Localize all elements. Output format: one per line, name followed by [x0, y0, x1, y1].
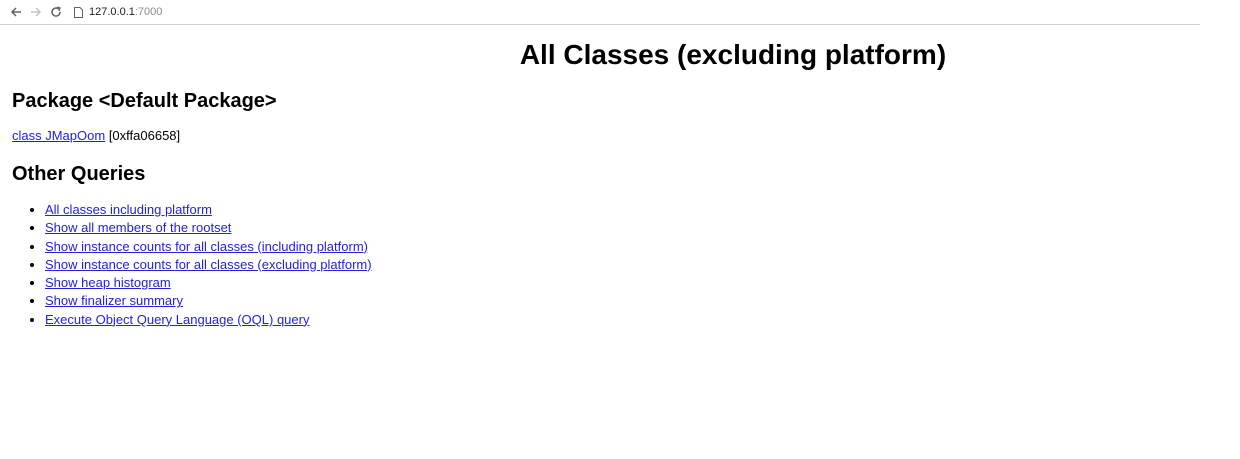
back-arrow-icon	[10, 7, 21, 17]
list-item: Show heap histogram	[45, 274, 1222, 292]
list-item: Show instance counts for all classes (in…	[45, 238, 1222, 256]
list-item: Show all members of the rootset	[45, 219, 1222, 237]
reload-icon	[51, 6, 61, 17]
url-port: :7000	[134, 6, 163, 18]
class-link[interactable]: class JMapOom	[12, 128, 105, 143]
query-link-rootset-members[interactable]: Show all members of the rootset	[45, 220, 231, 235]
page-title: All Classes (excluding platform)	[519, 39, 947, 70]
page-content: All Classes (excluding platform) Package…	[12, 26, 1222, 329]
list-item: Show finalizer summary	[45, 292, 1222, 310]
address-bar[interactable]: 127.0.0.1:7000	[74, 2, 1200, 22]
class-entry: class JMapOom [0xffa06658]	[12, 128, 1222, 144]
list-item: All classes including platform	[45, 201, 1222, 219]
query-link-oql[interactable]: Execute Object Query Language (OQL) quer…	[45, 312, 309, 327]
query-link-all-classes-including-platform[interactable]: All classes including platform	[45, 202, 212, 217]
query-link-heap-histogram[interactable]: Show heap histogram	[45, 275, 171, 290]
package-heading: Package <Default Package>	[12, 90, 277, 112]
forward-button[interactable]	[26, 2, 46, 22]
query-link-instance-counts-excluding[interactable]: Show instance counts for all classes (ex…	[45, 257, 372, 272]
query-link-instance-counts-including[interactable]: Show instance counts for all classes (in…	[45, 239, 368, 254]
list-item: Show instance counts for all classes (ex…	[45, 256, 1222, 274]
class-address: [0xffa06658]	[105, 128, 181, 143]
other-queries-heading: Other Queries	[12, 163, 146, 185]
queries-list: All classes including platform Show all …	[12, 201, 1222, 329]
forward-arrow-icon	[31, 7, 42, 17]
browser-toolbar: 127.0.0.1:7000	[0, 0, 1200, 25]
url-host: 127.0.0.1	[89, 6, 135, 18]
list-item: Execute Object Query Language (OQL) quer…	[45, 311, 1222, 329]
query-link-finalizer-summary[interactable]: Show finalizer summary	[45, 293, 183, 308]
back-button[interactable]	[6, 2, 26, 22]
reload-button[interactable]	[46, 2, 66, 22]
page-icon	[74, 6, 83, 18]
